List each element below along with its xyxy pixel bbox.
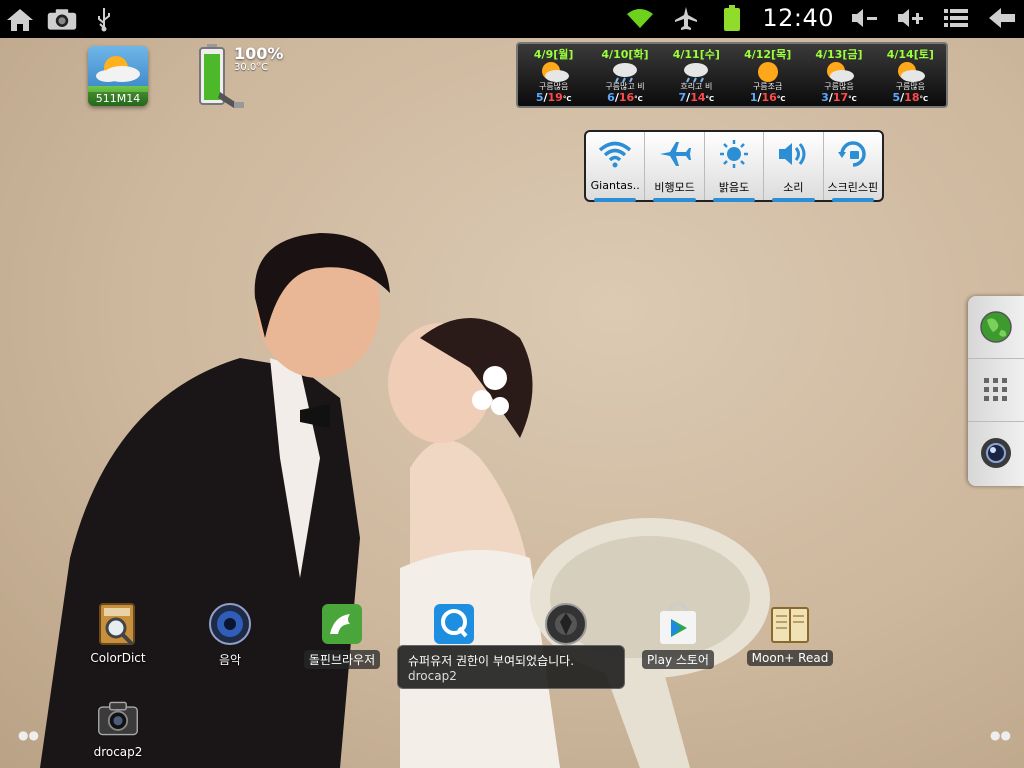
toggle-wifi[interactable]: Giantas..	[586, 132, 646, 202]
browser-globe-icon	[980, 311, 1012, 343]
app-label: drocap2	[93, 745, 143, 759]
app-camera[interactable]	[516, 602, 616, 646]
weather-day: 4/12[목] 구름조금 1/16°C	[732, 44, 803, 106]
app-music[interactable]: 음악	[180, 602, 280, 669]
app-label: 돌핀브라우저	[303, 650, 381, 669]
app-drocap2[interactable]: drocap2	[68, 696, 168, 760]
browser-dock-button[interactable]	[968, 296, 1024, 359]
app-label: Moon+ Read	[746, 650, 834, 666]
dolphin-icon	[322, 604, 362, 644]
quickoffice-icon	[434, 604, 474, 644]
toggle-brightness[interactable]: 밝음도	[705, 132, 765, 202]
brightness-icon	[720, 140, 749, 168]
weather-widget[interactable]: 4/9[월] 구름많음 5/19°C 4/10[화] 구름많고 비 6/16°C…	[516, 42, 948, 108]
app-quickoffice[interactable]	[404, 602, 504, 646]
page-indicator-left[interactable]: ●●	[18, 728, 39, 742]
battery-icon	[716, 3, 748, 33]
app-label: Play 스토어	[642, 650, 714, 669]
toggle-indicator	[831, 198, 875, 202]
clock: 12:40	[762, 4, 834, 32]
status-right: 12:40	[624, 3, 1018, 33]
camera-icon[interactable]	[46, 4, 78, 34]
battery-widget[interactable]: 100% 30.0°C	[198, 44, 288, 112]
music-speaker-icon	[209, 603, 251, 645]
camera-lens-icon	[981, 438, 1011, 468]
dictionary-icon	[99, 603, 135, 646]
toggle-sound[interactable]: 소리	[764, 132, 824, 202]
camera-dock-button[interactable]	[968, 422, 1024, 484]
airplane-icon	[670, 3, 702, 33]
weather-day: 4/14[토] 구름많음 5/18°C	[875, 44, 946, 106]
screen-rotate-icon	[837, 141, 866, 167]
system-status-widget[interactable]: 511M14	[88, 46, 148, 106]
app-play-store[interactable]: Play 스토어	[628, 602, 728, 669]
toggle-indicator	[653, 198, 696, 202]
app-label: 음악	[218, 653, 242, 667]
airplane-icon	[659, 142, 691, 166]
menu-icon[interactable]	[940, 3, 972, 33]
volume-down-icon[interactable]	[848, 3, 880, 33]
toggle-indicator	[712, 198, 756, 202]
side-dock	[968, 296, 1024, 486]
home-icon[interactable]	[4, 4, 36, 34]
weather-temp: 3/17°C	[821, 91, 857, 104]
weather-temp: 5/19°C	[535, 91, 572, 104]
quick-toggles-widget: Giantas.. 비행모드 밝음도 소리 스크린스핀	[584, 130, 884, 202]
weather-temp: 1/16°C	[749, 91, 786, 104]
toast-line2: drocap2	[408, 669, 457, 683]
app-colordict[interactable]: ColorDict	[68, 602, 168, 666]
widget-stat: 511M14	[88, 92, 148, 106]
weather-day: 4/9[월] 구름많음 5/19°C	[518, 44, 589, 106]
app-moon-reader[interactable]: Moon+ Read	[740, 602, 840, 666]
weather-temp: 6/16°C	[607, 91, 643, 104]
back-icon[interactable]	[986, 3, 1018, 33]
toggle-screen-rotate[interactable]: 스크린스핀	[824, 132, 882, 202]
camera-icon	[98, 701, 138, 736]
weather-day: 4/13[금] 구름많음 3/17°C	[803, 44, 874, 106]
app-dolphin-browser[interactable]: 돌핀브라우저	[292, 602, 392, 669]
usb-icon	[88, 4, 120, 34]
app-drawer-button[interactable]	[968, 359, 1024, 422]
status-bar: 12:40	[0, 0, 1024, 38]
weather-temp: 5/18°C	[892, 91, 929, 104]
wifi-icon	[599, 141, 632, 168]
weather-day: 4/11[수] 흐리고 비 7/14°C	[661, 44, 732, 106]
toggle-label: 소리	[783, 181, 804, 194]
play-store-icon	[660, 602, 696, 644]
toggle-label: Giantas..	[590, 179, 640, 192]
toggle-indicator	[772, 198, 815, 202]
wifi-icon	[624, 3, 656, 33]
battery-percent: 100%	[234, 44, 284, 63]
app-label: ColorDict	[90, 651, 146, 665]
weather-temp: 7/14°C	[678, 91, 715, 104]
app-drawer-icon	[984, 378, 1007, 401]
volume-up-icon[interactable]	[894, 3, 926, 33]
toast-line1: 슈퍼유저 권한이 부여되었습니다.	[408, 654, 575, 668]
toggle-label: 스크린스핀	[827, 181, 879, 194]
toggle-indicator	[594, 198, 637, 202]
toggle-label: 밝음도	[718, 181, 750, 194]
weather-day: 4/10[화] 구름많고 비 6/16°C	[589, 44, 660, 106]
sound-icon	[779, 143, 806, 165]
toggle-airplane[interactable]: 비행모드	[645, 132, 705, 202]
camera-aperture-icon	[545, 603, 587, 645]
status-left	[4, 4, 120, 34]
toggle-label: 비행모드	[654, 181, 695, 194]
page-indicator-right[interactable]: ●●	[990, 728, 1011, 742]
battery-temp: 30.0°C	[234, 62, 269, 73]
toast-message: 슈퍼유저 권한이 부여되었습니다. drocap2	[397, 645, 625, 689]
moon-reader-icon	[771, 607, 809, 643]
